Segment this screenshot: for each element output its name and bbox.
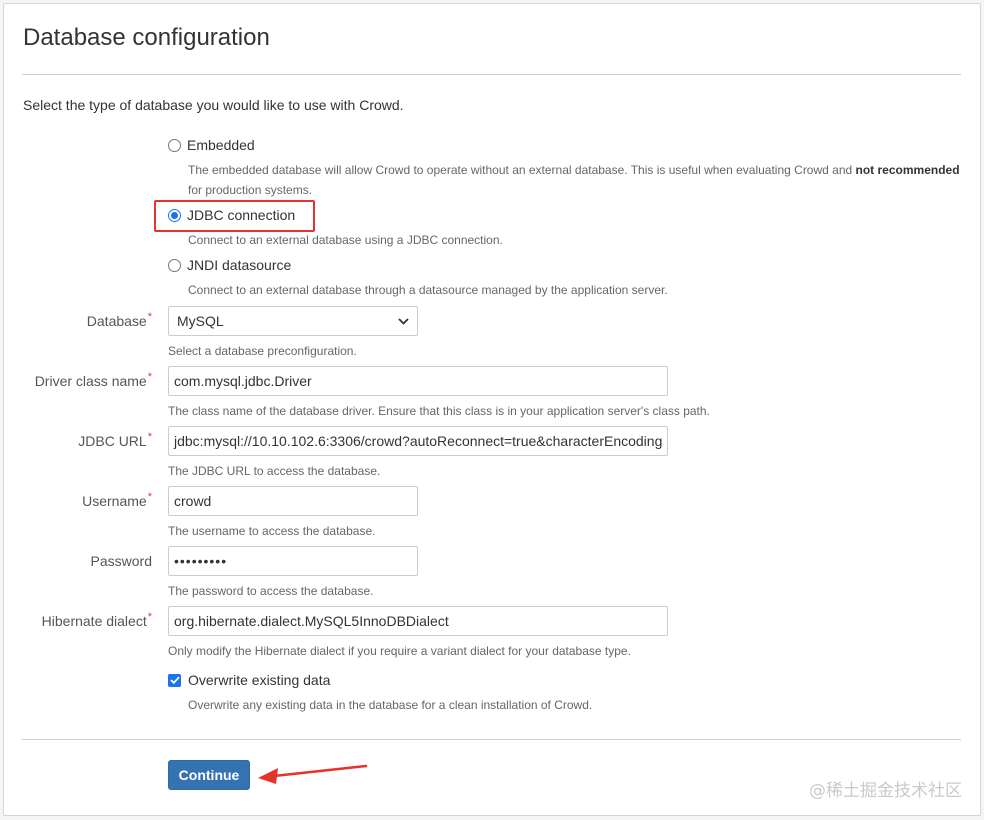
radio-jdbc[interactable]: JDBC connection: [168, 206, 295, 224]
radio-embedded-control[interactable]: [168, 138, 181, 152]
driver-label: Driver class name*: [34, 371, 152, 389]
database-select-value: MySQL: [177, 313, 224, 329]
radio-jndi[interactable]: JNDI datasource: [168, 256, 291, 274]
continue-button[interactable]: Continue: [168, 760, 250, 790]
watermark: @稀土掘金技术社区: [809, 781, 962, 801]
username-help: The username to access the database.: [168, 524, 376, 538]
required-mark: *: [147, 611, 152, 623]
dialect-label: Hibernate dialect*: [41, 611, 152, 629]
required-mark: *: [147, 431, 152, 443]
radio-jndi-label: JNDI datasource: [187, 257, 292, 273]
radio-jdbc-label: JDBC connection: [187, 207, 296, 223]
jdbc-url-label: JDBC URL*: [78, 431, 152, 449]
overwrite-checkbox-row[interactable]: Overwrite existing data: [168, 672, 330, 688]
radio-jdbc-control[interactable]: [168, 208, 181, 222]
driver-class-input[interactable]: com.mysql.jdbc.Driver: [168, 366, 668, 396]
title-divider: [22, 74, 961, 75]
actions-divider: [22, 739, 961, 740]
required-mark: *: [147, 491, 152, 503]
jdbc-url-input[interactable]: jdbc:mysql://10.10.102.6:3306/crowd?auto…: [168, 426, 668, 456]
jndi-help: Connect to an external database through …: [188, 283, 668, 297]
dialect-help: Only modify the Hibernate dialect if you…: [168, 644, 631, 658]
username-input[interactable]: crowd: [168, 486, 418, 516]
required-mark: *: [147, 311, 152, 323]
database-help: Select a database preconfiguration.: [168, 344, 357, 358]
password-help: The password to access the database.: [168, 584, 374, 598]
overwrite-checkbox[interactable]: [168, 673, 181, 687]
hibernate-dialect-input[interactable]: org.hibernate.dialect.MySQL5InnoDBDialec…: [168, 606, 668, 636]
required-mark: *: [147, 371, 152, 383]
checkmark-icon: [169, 676, 180, 684]
database-select[interactable]: MySQL: [168, 306, 418, 336]
password-label: Password: [90, 553, 152, 569]
overwrite-help: Overwrite any existing data in the datab…: [188, 698, 593, 712]
radio-jndi-control[interactable]: [168, 258, 181, 272]
password-input[interactable]: •••••••••: [168, 546, 418, 576]
driver-help: The class name of the database driver. E…: [168, 404, 710, 418]
jdbc-url-help: The JDBC URL to access the database.: [168, 464, 381, 478]
database-label: Database*: [86, 311, 152, 329]
arrow-annotation-icon: [258, 764, 368, 784]
page-title: Database configuration: [23, 24, 270, 51]
intro-text: Select the type of database you would li…: [23, 97, 404, 113]
chevron-down-icon: [398, 307, 409, 335]
jdbc-help: Connect to an external database using a …: [188, 233, 503, 247]
embedded-help: The embedded database will allow Crowd t…: [188, 163, 960, 197]
radio-embedded[interactable]: Embedded: [168, 136, 255, 154]
overwrite-label: Overwrite existing data: [188, 672, 331, 688]
username-label: Username*: [82, 491, 152, 509]
radio-embedded-label: Embedded: [187, 137, 255, 153]
